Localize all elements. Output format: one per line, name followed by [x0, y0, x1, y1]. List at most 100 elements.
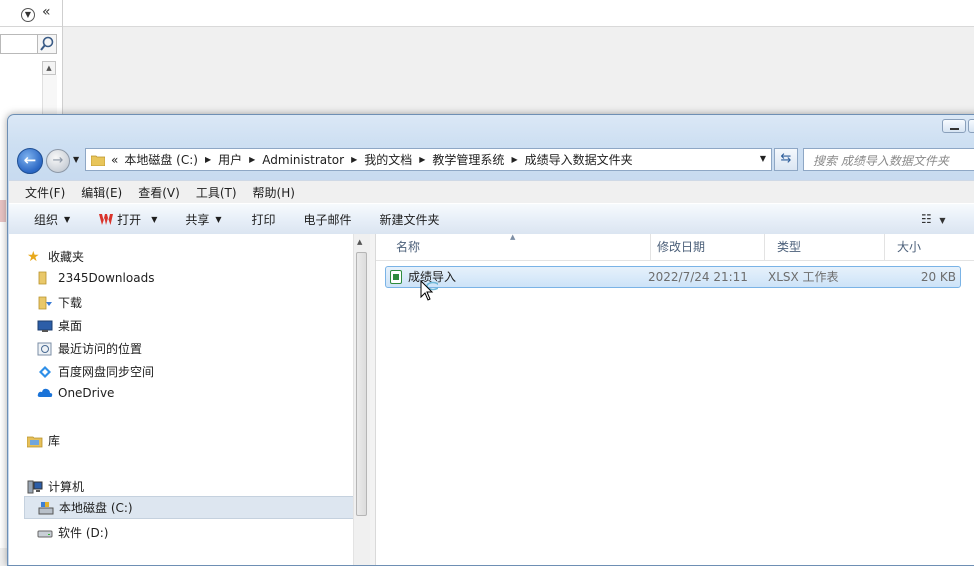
- menu-bar: 文件(F) 编辑(E) 查看(V) 工具(T) 帮助(H): [9, 180, 974, 203]
- breadcrumb-item[interactable]: 本地磁盘 (C:): [124, 151, 198, 168]
- collapse-double-chevron-icon[interactable]: «: [42, 4, 51, 20]
- breadcrumb-item[interactable]: 用户: [218, 151, 242, 168]
- back-arrow-icon: ←: [23, 151, 37, 169]
- nav-desktop[interactable]: 桌面: [37, 317, 82, 334]
- nav-label: 库: [48, 434, 61, 448]
- drive-icon: [37, 530, 53, 537]
- chevron-down-icon: ▼: [939, 216, 946, 225]
- nav-baidu-netdisk[interactable]: 百度网盘同步空间: [37, 363, 154, 380]
- nav-label: 计算机: [48, 480, 85, 494]
- wps-logo-icon: [99, 213, 114, 225]
- scroll-up-icon[interactable]: ▲: [357, 238, 362, 246]
- search-icon: [40, 36, 54, 51]
- background-red-marker: [0, 200, 6, 222]
- breadcrumb: « 本地磁盘 (C:) ▶ 用户 ▶ Administrator ▶ 我的文档 …: [111, 151, 633, 168]
- organize-label: 组织: [34, 212, 59, 227]
- menu-file[interactable]: 文件(F): [25, 184, 65, 201]
- breadcrumb-overflow-icon[interactable]: «: [111, 153, 118, 167]
- menu-edit[interactable]: 编辑(E): [81, 184, 122, 201]
- breadcrumb-arrow-icon[interactable]: ▶: [419, 155, 425, 164]
- chevron-down-icon: ▼: [64, 214, 71, 224]
- organize-button[interactable]: 组织 ▼: [34, 204, 70, 234]
- nav-label: 2345Downloads: [58, 271, 155, 285]
- nav-favorites[interactable]: ★ 收藏夹: [27, 248, 84, 265]
- breadcrumb-item[interactable]: 教学管理系统: [432, 151, 504, 168]
- new-folder-button[interactable]: 新建文件夹: [380, 204, 440, 234]
- breadcrumb-item[interactable]: Administrator: [262, 153, 344, 167]
- nav-drive-d[interactable]: 软件 (D:): [37, 524, 108, 541]
- address-dropdown-icon[interactable]: ▼: [760, 154, 766, 163]
- breadcrumb-arrow-icon[interactable]: ▶: [205, 155, 211, 164]
- file-row[interactable]: 成绩导入 2022/7/24 21:11 XLSX 工作表 20 KB: [385, 266, 961, 288]
- background-scroll-up-button[interactable]: ▲: [42, 61, 56, 75]
- forward-arrow-icon: →: [52, 153, 64, 168]
- search-input[interactable]: 搜索 成绩导入数据文件夹: [803, 148, 974, 171]
- explorer-window: ← → ▼ « 本地磁盘 (C:) ▶ 用户 ▶ Administrator ▶…: [7, 114, 974, 566]
- background-separator: [0, 26, 62, 27]
- share-button[interactable]: 共享 ▼: [185, 204, 221, 234]
- file-size: 20 KB: [920, 270, 956, 284]
- nav-downloads[interactable]: 下载: [37, 294, 82, 311]
- recent-pages-dropdown[interactable]: ▼: [73, 155, 79, 164]
- refresh-icon: ⇆: [780, 151, 792, 166]
- nav-recent-places[interactable]: 最近访问的位置: [37, 340, 142, 357]
- minimize-button[interactable]: [942, 119, 966, 133]
- breadcrumb-arrow-icon[interactable]: ▶: [511, 155, 517, 164]
- breadcrumb-item[interactable]: 我的文档: [364, 151, 412, 168]
- library-icon: [27, 436, 43, 447]
- open-label: 打开: [117, 212, 142, 227]
- nav-onedrive[interactable]: OneDrive: [37, 386, 114, 400]
- nav-label: 本地磁盘 (C:): [59, 501, 133, 515]
- mouse-cursor-icon: [420, 280, 438, 301]
- maximize-button[interactable]: [968, 119, 974, 133]
- nav-2345downloads[interactable]: 2345Downloads: [37, 271, 154, 285]
- nav-drive-c[interactable]: 本地磁盘 (C:): [24, 496, 359, 519]
- email-button[interactable]: 电子邮件: [304, 204, 352, 234]
- dropdown-circle-icon[interactable]: ▼: [21, 8, 35, 22]
- breadcrumb-arrow-icon[interactable]: ▶: [351, 155, 357, 164]
- download-folder-icon: [38, 296, 52, 309]
- breadcrumb-item[interactable]: 成绩导入数据文件夹: [525, 151, 633, 168]
- nav-label: 收藏夹: [48, 250, 85, 264]
- file-list: ▲ 名称 修改日期 类型 大小 成绩导入 2022/7/24 21:11 XLS…: [376, 233, 974, 565]
- column-modified[interactable]: 修改日期: [645, 234, 765, 260]
- nav-libraries[interactable]: 库: [27, 432, 60, 449]
- chevron-down-icon: ▼: [215, 214, 222, 224]
- nav-label: 软件 (D:): [58, 526, 109, 540]
- nav-computer[interactable]: 计算机: [27, 478, 84, 495]
- folder-icon: [38, 271, 47, 285]
- menu-tools[interactable]: 工具(T): [196, 184, 237, 201]
- menu-help[interactable]: 帮助(H): [253, 184, 295, 201]
- cloud-icon: [37, 388, 53, 397]
- file-type: XLSX 工作表: [768, 270, 839, 284]
- view-details-icon: ☷: [921, 212, 932, 226]
- column-size[interactable]: 大小: [885, 234, 974, 260]
- change-view-button[interactable]: ☷ ▼: [921, 212, 946, 226]
- address-bar[interactable]: « 本地磁盘 (C:) ▶ 用户 ▶ Administrator ▶ 我的文档 …: [85, 148, 772, 171]
- refresh-button[interactable]: ⇆: [774, 148, 798, 171]
- system-drive-icon: [38, 501, 54, 514]
- open-button[interactable]: 打开 ▼: [99, 204, 157, 234]
- print-label: 打印: [251, 212, 276, 227]
- nav-label: 最近访问的位置: [58, 342, 143, 356]
- back-button[interactable]: ←: [17, 148, 43, 174]
- navigation-scrollbar[interactable]: ▲: [353, 234, 370, 565]
- column-name[interactable]: 名称: [384, 234, 651, 260]
- print-button[interactable]: 打印: [252, 204, 276, 234]
- menu-view[interactable]: 查看(V): [138, 184, 180, 201]
- computer-icon: [27, 480, 43, 493]
- command-toolbar: 组织 ▼ 打开 ▼ 共享 ▼ 打印 电子邮件 新建文件夹 ☷ ▼: [9, 203, 974, 235]
- forward-button[interactable]: →: [46, 149, 70, 173]
- desktop-icon: [37, 320, 53, 332]
- column-header-row: ▲ 名称 修改日期 类型 大小: [376, 233, 974, 261]
- background-top-bar: [0, 0, 974, 27]
- background-search-button[interactable]: [37, 34, 57, 54]
- column-type[interactable]: 类型: [765, 234, 885, 260]
- breadcrumb-arrow-icon[interactable]: ▶: [249, 155, 255, 164]
- scrollbar-thumb[interactable]: [356, 252, 367, 516]
- email-label: 电子邮件: [303, 212, 352, 227]
- recent-places-icon: [37, 342, 52, 355]
- share-label: 共享: [185, 212, 210, 227]
- folder-icon: [91, 155, 105, 166]
- nav-label: 桌面: [58, 319, 83, 333]
